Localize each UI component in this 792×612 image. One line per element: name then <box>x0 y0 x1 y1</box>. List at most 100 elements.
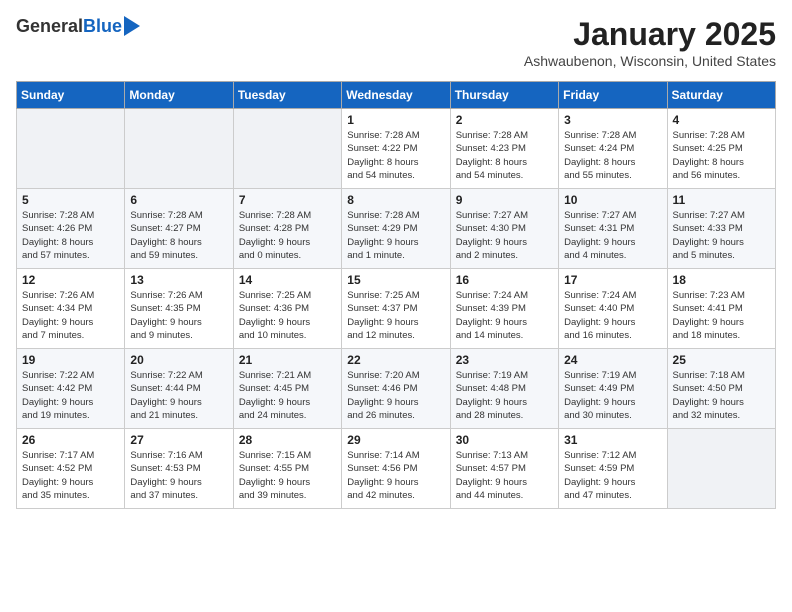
calendar-day-cell: 20Sunrise: 7:22 AM Sunset: 4:44 PM Dayli… <box>125 349 233 429</box>
calendar-day-cell: 24Sunrise: 7:19 AM Sunset: 4:49 PM Dayli… <box>559 349 667 429</box>
calendar-day-cell: 23 Sunrise: 7:19 AM Sunset: 4:48 PM Dayli… <box>450 349 558 429</box>
day-of-week-header: Friday <box>559 82 667 109</box>
calendar-day-cell: 8 Sunrise: 7:28 AM Sunset: 4:29 PM Daylig… <box>342 189 450 269</box>
day-number: 15 <box>347 273 444 287</box>
day-info: Sunrise: 7:28 AM Sunset: 4:23 PM Dayligh… <box>456 129 553 182</box>
day-info: Sunrise: 7:28 AM Sunset: 4:29 PM Dayligh… <box>347 209 444 262</box>
day-number: 5 <box>22 193 119 207</box>
calendar-day-cell: 27 Sunrise: 7:16 AM Sunset: 4:53 PM Dayli… <box>125 429 233 509</box>
day-number: 30 <box>456 433 553 447</box>
day-of-week-header: Thursday <box>450 82 558 109</box>
calendar-day-cell <box>17 109 125 189</box>
calendar-day-cell <box>233 109 341 189</box>
day-number: 31 <box>564 433 661 447</box>
day-info: Sunrise: 7:28 AM Sunset: 4:27 PM Dayligh… <box>130 209 227 262</box>
logo-general-text: General <box>16 16 83 37</box>
calendar-body: 1 Sunrise: 7:28 AM Sunset: 4:22 PM Daylig… <box>17 109 776 509</box>
day-number: 16 <box>456 273 553 287</box>
day-number: 8 <box>347 193 444 207</box>
day-info: Sunrise: 7:25 AM Sunset: 4:36 PM Dayligh… <box>239 289 336 342</box>
day-info: Sunrise: 7:15 AM Sunset: 4:55 PM Dayligh… <box>239 449 336 502</box>
day-info: Sunrise: 7:12 AM Sunset: 4:59 PM Dayligh… <box>564 449 661 502</box>
calendar-day-cell: 2 Sunrise: 7:28 AM Sunset: 4:23 PM Daylig… <box>450 109 558 189</box>
calendar-day-cell: 30 Sunrise: 7:13 AM Sunset: 4:57 PM Dayli… <box>450 429 558 509</box>
day-number: 17 <box>564 273 661 287</box>
day-number: 27 <box>130 433 227 447</box>
calendar-week-row: 19Sunrise: 7:22 AM Sunset: 4:42 PM Dayli… <box>17 349 776 429</box>
day-of-week-header: Monday <box>125 82 233 109</box>
calendar-day-cell: 31 Sunrise: 7:12 AM Sunset: 4:59 PM Dayli… <box>559 429 667 509</box>
day-of-week-header: Saturday <box>667 82 775 109</box>
day-number: 13 <box>130 273 227 287</box>
page-header: General Blue January 2025 Ashwaubenon, W… <box>16 16 776 69</box>
day-number: 19 <box>22 353 119 367</box>
calendar-day-cell <box>125 109 233 189</box>
day-number: 18 <box>673 273 770 287</box>
calendar-day-cell: 6 Sunrise: 7:28 AM Sunset: 4:27 PM Daylig… <box>125 189 233 269</box>
title-block: January 2025 Ashwaubenon, Wisconsin, Uni… <box>524 16 776 69</box>
calendar-day-cell: 9 Sunrise: 7:27 AM Sunset: 4:30 PM Daylig… <box>450 189 558 269</box>
calendar-day-cell: 15 Sunrise: 7:25 AM Sunset: 4:37 PM Dayli… <box>342 269 450 349</box>
day-info: Sunrise: 7:23 AM Sunset: 4:41 PM Dayligh… <box>673 289 770 342</box>
calendar-day-cell: 7Sunrise: 7:28 AM Sunset: 4:28 PM Daylig… <box>233 189 341 269</box>
day-info: Sunrise: 7:28 AM Sunset: 4:22 PM Dayligh… <box>347 129 444 182</box>
day-number: 24 <box>564 353 661 367</box>
calendar-day-cell: 16 Sunrise: 7:24 AM Sunset: 4:39 PM Dayli… <box>450 269 558 349</box>
day-info: Sunrise: 7:19 AM Sunset: 4:48 PM Dayligh… <box>456 369 553 422</box>
day-info: Sunrise: 7:22 AM Sunset: 4:44 PM Dayligh… <box>130 369 227 422</box>
calendar-day-cell: 13 Sunrise: 7:26 AM Sunset: 4:35 PM Dayli… <box>125 269 233 349</box>
calendar-day-cell: 21 Sunrise: 7:21 AM Sunset: 4:45 PM Dayli… <box>233 349 341 429</box>
calendar-day-cell: 25Sunrise: 7:18 AM Sunset: 4:50 PM Dayli… <box>667 349 775 429</box>
calendar-day-cell: 1 Sunrise: 7:28 AM Sunset: 4:22 PM Daylig… <box>342 109 450 189</box>
day-info: Sunrise: 7:28 AM Sunset: 4:24 PM Dayligh… <box>564 129 661 182</box>
month-title: January 2025 <box>524 16 776 53</box>
day-info: Sunrise: 7:26 AM Sunset: 4:35 PM Dayligh… <box>130 289 227 342</box>
calendar-week-row: 5 Sunrise: 7:28 AM Sunset: 4:26 PM Daylig… <box>17 189 776 269</box>
day-info: Sunrise: 7:28 AM Sunset: 4:28 PM Dayligh… <box>239 209 336 262</box>
calendar-day-cell: 10 Sunrise: 7:27 AM Sunset: 4:31 PM Dayli… <box>559 189 667 269</box>
day-info: Sunrise: 7:28 AM Sunset: 4:26 PM Dayligh… <box>22 209 119 262</box>
calendar-day-cell: 19Sunrise: 7:22 AM Sunset: 4:42 PM Dayli… <box>17 349 125 429</box>
day-info: Sunrise: 7:27 AM Sunset: 4:33 PM Dayligh… <box>673 209 770 262</box>
day-number: 28 <box>239 433 336 447</box>
day-info: Sunrise: 7:27 AM Sunset: 4:31 PM Dayligh… <box>564 209 661 262</box>
calendar-day-cell: 22Sunrise: 7:20 AM Sunset: 4:46 PM Dayli… <box>342 349 450 429</box>
day-info: Sunrise: 7:21 AM Sunset: 4:45 PM Dayligh… <box>239 369 336 422</box>
day-of-week-header: Tuesday <box>233 82 341 109</box>
day-number: 10 <box>564 193 661 207</box>
day-number: 23 <box>456 353 553 367</box>
day-number: 9 <box>456 193 553 207</box>
calendar-day-cell: 26Sunrise: 7:17 AM Sunset: 4:52 PM Dayli… <box>17 429 125 509</box>
day-number: 29 <box>347 433 444 447</box>
day-info: Sunrise: 7:26 AM Sunset: 4:34 PM Dayligh… <box>22 289 119 342</box>
calendar-header-row: SundayMondayTuesdayWednesdayThursdayFrid… <box>17 82 776 109</box>
calendar-day-cell: 4Sunrise: 7:28 AM Sunset: 4:25 PM Daylig… <box>667 109 775 189</box>
day-number: 1 <box>347 113 444 127</box>
logo-arrow-icon <box>124 16 140 36</box>
day-info: Sunrise: 7:27 AM Sunset: 4:30 PM Dayligh… <box>456 209 553 262</box>
day-of-week-header: Wednesday <box>342 82 450 109</box>
calendar-table: SundayMondayTuesdayWednesdayThursdayFrid… <box>16 81 776 509</box>
day-info: Sunrise: 7:16 AM Sunset: 4:53 PM Dayligh… <box>130 449 227 502</box>
calendar-day-cell: 28 Sunrise: 7:15 AM Sunset: 4:55 PM Dayli… <box>233 429 341 509</box>
logo: General Blue <box>16 16 140 37</box>
day-number: 3 <box>564 113 661 127</box>
day-number: 11 <box>673 193 770 207</box>
day-info: Sunrise: 7:13 AM Sunset: 4:57 PM Dayligh… <box>456 449 553 502</box>
day-info: Sunrise: 7:24 AM Sunset: 4:40 PM Dayligh… <box>564 289 661 342</box>
logo-blue-text: Blue <box>83 16 122 37</box>
day-number: 21 <box>239 353 336 367</box>
calendar-day-cell: 3 Sunrise: 7:28 AM Sunset: 4:24 PM Daylig… <box>559 109 667 189</box>
day-info: Sunrise: 7:24 AM Sunset: 4:39 PM Dayligh… <box>456 289 553 342</box>
day-number: 12 <box>22 273 119 287</box>
calendar-day-cell: 17 Sunrise: 7:24 AM Sunset: 4:40 PM Dayli… <box>559 269 667 349</box>
day-number: 2 <box>456 113 553 127</box>
calendar-day-cell: 29Sunrise: 7:14 AM Sunset: 4:56 PM Dayli… <box>342 429 450 509</box>
day-info: Sunrise: 7:18 AM Sunset: 4:50 PM Dayligh… <box>673 369 770 422</box>
day-number: 6 <box>130 193 227 207</box>
calendar-day-cell <box>667 429 775 509</box>
day-number: 4 <box>673 113 770 127</box>
calendar-day-cell: 18 Sunrise: 7:23 AM Sunset: 4:41 PM Dayli… <box>667 269 775 349</box>
day-number: 26 <box>22 433 119 447</box>
day-info: Sunrise: 7:25 AM Sunset: 4:37 PM Dayligh… <box>347 289 444 342</box>
